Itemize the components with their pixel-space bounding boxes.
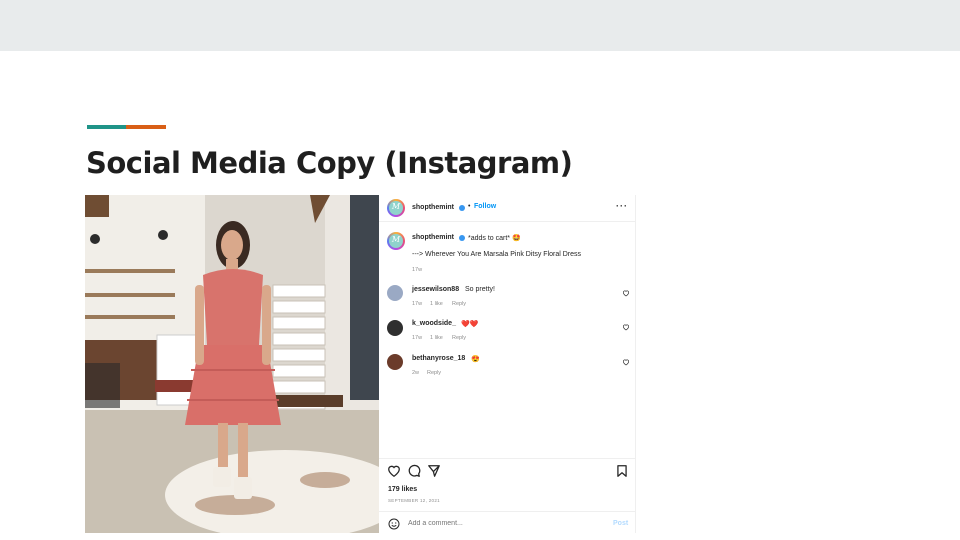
instagram-post-panel: M shopthemint • Follow ··· M shopthemint… [379, 195, 636, 533]
post-actions-bar [379, 458, 636, 459]
verified-icon [459, 235, 465, 241]
heart-icon[interactable] [622, 323, 630, 331]
heart-icon[interactable] [622, 358, 630, 366]
caption-text: *adds to cart* 🤩 [468, 235, 521, 242]
commenter-avatar[interactable] [387, 285, 403, 301]
comment-text: 😍 [471, 356, 480, 363]
more-options-icon[interactable]: ··· [616, 201, 628, 211]
caption-avatar[interactable]: M [387, 232, 405, 250]
emoji-smiley-icon[interactable] [388, 518, 400, 530]
separator-dot: • [468, 203, 471, 210]
caption-body: ---> Wherever You Are Marsala Pink Ditsy… [412, 251, 582, 258]
caption-time: 17w [412, 267, 423, 273]
likes-count[interactable]: 179 likes [388, 486, 417, 493]
accent-bar-orange [126, 125, 166, 129]
add-comment-bar: Post [379, 511, 636, 533]
comment-username[interactable]: jessewilson88 [412, 286, 459, 293]
comment-likes[interactable]: 1 like [430, 301, 443, 307]
accent-bar-teal [87, 125, 126, 129]
post-header: M shopthemint • Follow ··· [379, 195, 636, 222]
caption-username[interactable]: shopthemint [412, 234, 454, 241]
top-band [0, 0, 960, 51]
comment-bubble-icon[interactable] [407, 464, 421, 478]
verified-icon [459, 204, 465, 211]
comment-likes[interactable]: 1 like [430, 335, 443, 341]
reply-button[interactable]: Reply [452, 335, 466, 341]
slide-title: Social Media Copy (Instagram) [86, 146, 573, 180]
post-date: SEPTEMBER 12, 2021 [388, 498, 440, 503]
comment-time: 17w [412, 301, 423, 307]
comment-text: ❤️❤️ [461, 321, 479, 328]
comment-time: 2w [412, 370, 420, 376]
follow-button[interactable]: Follow [474, 203, 496, 210]
comment-time: 17w [412, 335, 423, 341]
header-username[interactable]: shopthemint [412, 204, 454, 211]
comment-text: So pretty! [465, 286, 495, 293]
post-photo [85, 195, 379, 533]
add-comment-input[interactable] [408, 520, 588, 527]
reply-button[interactable]: Reply [452, 301, 466, 307]
reply-button[interactable]: Reply [427, 370, 441, 376]
photo-of-woman-in-pink-floral-dress [85, 195, 379, 533]
commenter-avatar[interactable] [387, 320, 403, 336]
bookmark-icon[interactable] [615, 464, 629, 478]
share-send-icon[interactable] [427, 464, 441, 478]
commenter-avatar[interactable] [387, 354, 403, 370]
comment-username[interactable]: k_woodside_ [412, 320, 456, 327]
post-comment-button[interactable]: Post [613, 520, 628, 527]
heart-icon[interactable] [622, 289, 630, 297]
comment-username[interactable]: bethanyrose_18 [412, 355, 465, 362]
like-heart-icon[interactable] [387, 464, 401, 478]
profile-avatar[interactable]: M [387, 199, 405, 217]
